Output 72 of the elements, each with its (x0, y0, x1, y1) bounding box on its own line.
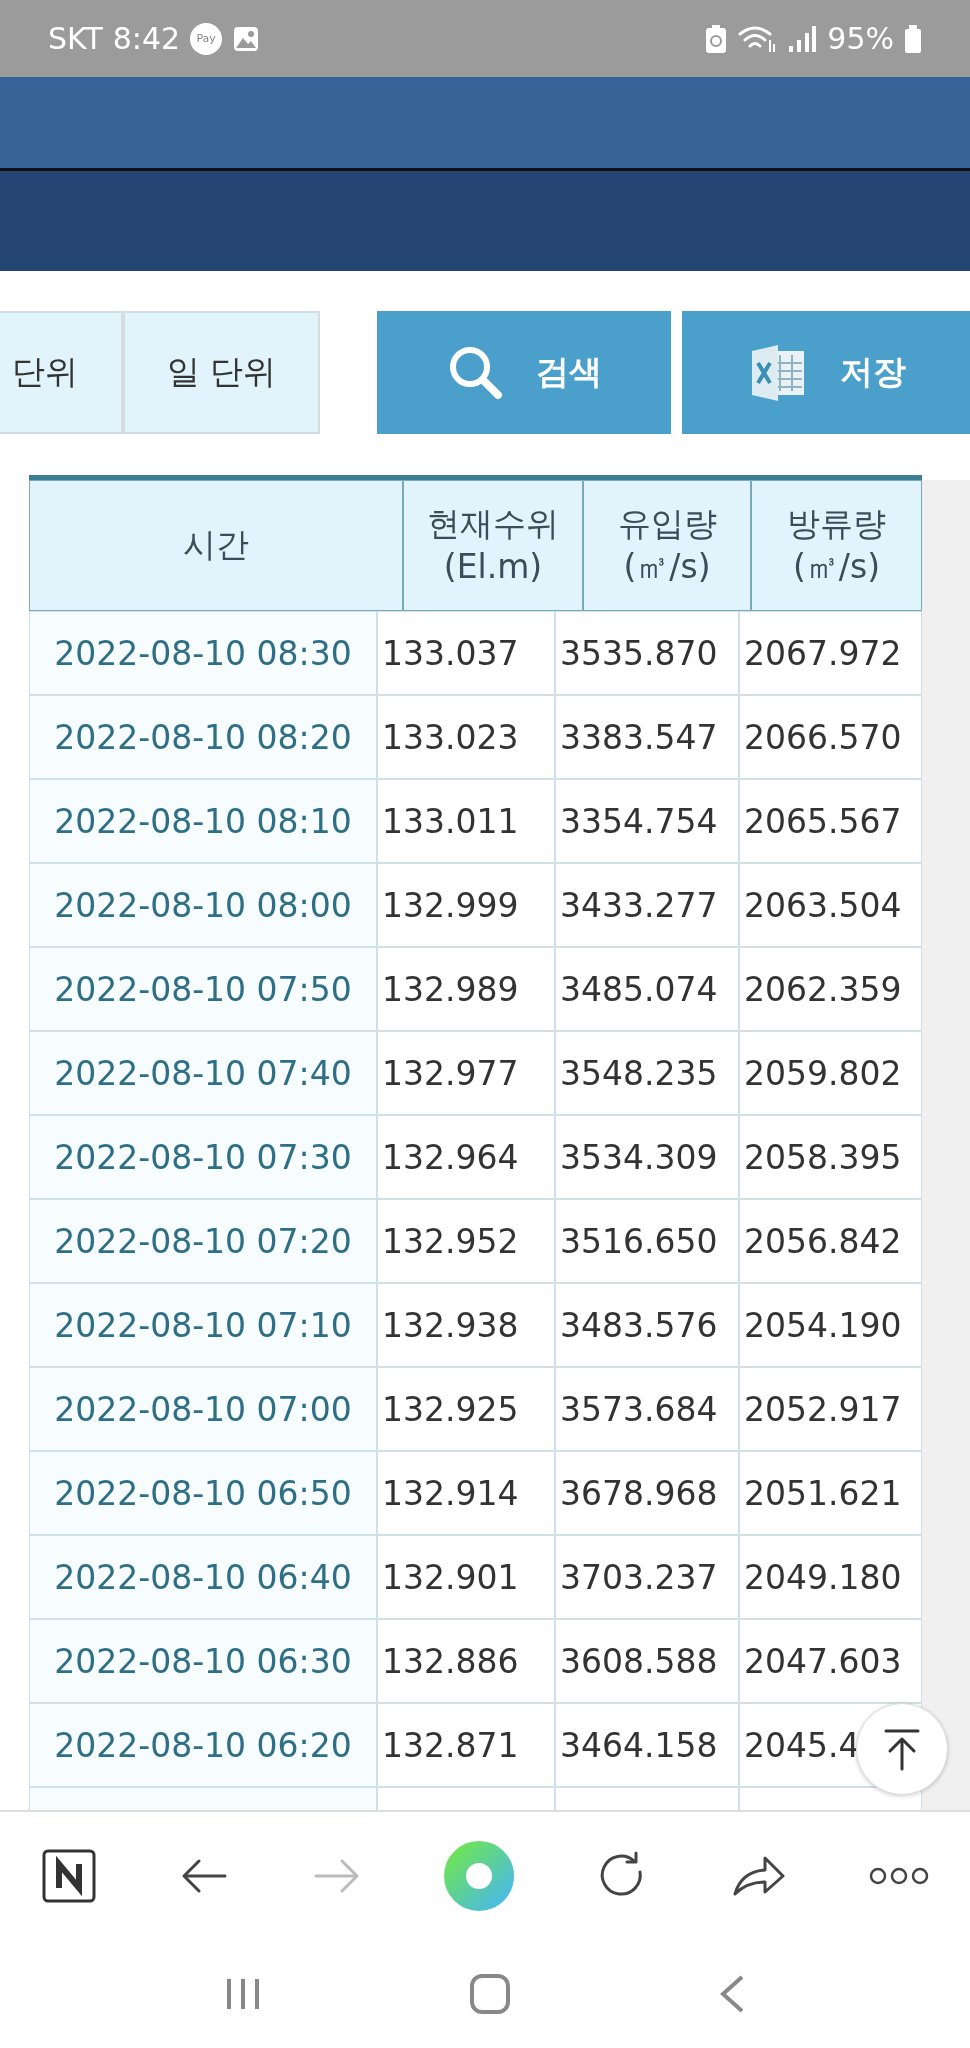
battery-icon (904, 23, 922, 54)
period-tab[interactable]: 단위 (0, 311, 123, 434)
table-cell: 2022-08-10 07:40 (29, 1031, 377, 1115)
table-cell: 2022-08-10 07:50 (29, 947, 377, 1031)
table-cell: 2056.842 (739, 1199, 922, 1283)
table-cell: 132.999 (377, 863, 555, 947)
table-cell: 2067.972 (739, 611, 922, 695)
column-header: 유입량 (㎥/s) (583, 480, 751, 611)
table-cell: 3516.650 (555, 1199, 739, 1283)
column-header: 시간 (29, 480, 403, 611)
table-cell: 2022-08-10 06:20 (29, 1703, 377, 1787)
table-cell: 2022-08-10 08:30 (29, 611, 377, 695)
table-cell: 2049.180 (739, 1535, 922, 1619)
table-cell: 3678.968 (555, 1451, 739, 1535)
table-cell: 132.977 (377, 1031, 555, 1115)
table-cell: 3485.074 (555, 947, 739, 1031)
table-cell: 132.989 (377, 947, 555, 1031)
column-header: 방류량 (㎥/s) (751, 480, 922, 611)
column-header: 현재수위 (El.m) (403, 480, 583, 611)
table-cell: 3433.277 (555, 863, 739, 947)
table-cell: 2022-08-10 07:30 (29, 1115, 377, 1199)
table-cell: 2022-08-10 08:20 (29, 695, 377, 779)
table-cell: 3354.754 (555, 779, 739, 863)
table-cell: 2047.603 (739, 1619, 922, 1703)
table-cell: 3535.870 (555, 611, 739, 695)
table-cell: 3464.158 (555, 1703, 739, 1787)
table-cell: 2022-08-10 08:10 (29, 779, 377, 863)
table-cell: 2054.190 (739, 1283, 922, 1367)
table-cell: 2058.395 (739, 1115, 922, 1199)
table-cell: 2051.621 (739, 1451, 922, 1535)
table-cell: 132.938 (377, 1283, 555, 1367)
table-cell: 2022-08-10 07:20 (29, 1199, 377, 1283)
table-cell: 133.011 (377, 779, 555, 863)
table-cell: 133.023 (377, 695, 555, 779)
table-cell: 2022-08-10 07:00 (29, 1367, 377, 1451)
pay-badge: Pay (190, 22, 223, 55)
table-cell: 3383.547 (555, 695, 739, 779)
table-cell: 2062.359 (739, 947, 922, 1031)
table-cell: 3608.588 (555, 1619, 739, 1703)
table-cell: 133.037 (377, 611, 555, 695)
carrier-name: SKT (48, 21, 103, 56)
n-logo-button[interactable] (41, 1848, 98, 1904)
table-cell: 2022-08-10 07:10 (29, 1283, 377, 1367)
table-cell: 132.964 (377, 1115, 555, 1199)
signal-icon (787, 23, 818, 54)
table-cell: 2022-08-10 06:40 (29, 1535, 377, 1619)
table-cell: 132.871 (377, 1703, 555, 1787)
table-cell: 3548.235 (555, 1031, 739, 1115)
table-cell: 132.886 (377, 1619, 555, 1703)
table-cell: 2059.802 (739, 1031, 922, 1115)
table-cell: 132.952 (377, 1199, 555, 1283)
table-cell: 2063.504 (739, 863, 922, 947)
table-cell: 2022-08-10 06:30 (29, 1619, 377, 1703)
battery-saver-icon (705, 23, 728, 54)
table-cell: 132.914 (377, 1451, 555, 1535)
period-tab[interactable]: 일 단위 (123, 311, 320, 434)
table-cell: 132.901 (377, 1535, 555, 1619)
table-cell: 3483.576 (555, 1283, 739, 1367)
table-cell: 2022-08-10 06:50 (29, 1451, 377, 1535)
table-cell: 2065.567 (739, 779, 922, 863)
more-button[interactable] (868, 1866, 929, 1886)
table-cell: 3534.309 (555, 1115, 739, 1199)
table-cell: 2066.570 (739, 695, 922, 779)
home-button[interactable] (469, 1973, 511, 2015)
battery-percent: 95% (827, 21, 894, 56)
image-icon (232, 24, 261, 53)
table-cell: 3573.684 (555, 1367, 739, 1451)
table-cell: 3703.237 (555, 1535, 739, 1619)
table-cell: 2022-08-10 08:00 (29, 863, 377, 947)
clock: 8:42 (112, 21, 181, 56)
table-cell: 2052.917 (739, 1367, 922, 1451)
table-cell: 132.925 (377, 1367, 555, 1451)
